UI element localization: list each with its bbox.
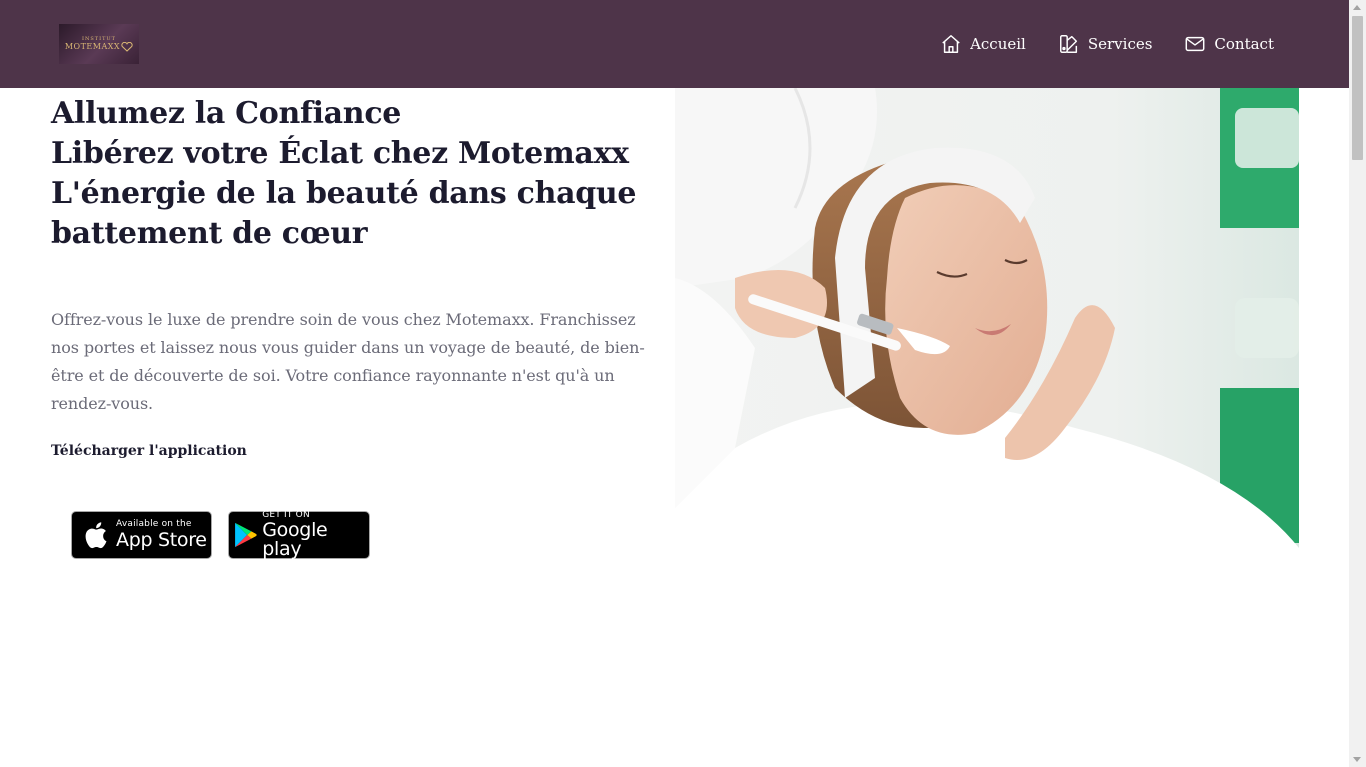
apple-icon (85, 522, 107, 549)
google-play-button[interactable]: GET IT ON Google play (228, 511, 370, 559)
heart-icon (121, 42, 133, 52)
home-icon (942, 35, 960, 53)
logo[interactable]: INSTITUT MOTEMAXX (59, 24, 139, 64)
app-store-small-text: Available on the (116, 519, 192, 529)
swatch-icon (1059, 35, 1077, 53)
nav-item-contact[interactable]: Contact (1184, 33, 1274, 55)
hero-title-line: Libérez votre Éclat chez Motemaxx (51, 136, 629, 171)
main-nav: Accueil Services Contact (940, 30, 1274, 58)
nav-label: Contact (1214, 35, 1274, 53)
hero-description: Offrez-vous le luxe de prendre soin de v… (51, 310, 645, 413)
facial-treatment-illustration (675, 88, 1299, 605)
app-store-big-text: App Store (116, 529, 207, 551)
nav-item-accueil[interactable]: Accueil (940, 33, 1026, 55)
hero-image-facial-treatment (675, 88, 1299, 605)
nav-item-services[interactable]: Services (1058, 33, 1153, 55)
hero-title-line: Allumez la Confiance (51, 96, 402, 131)
page-scrollbar[interactable] (1349, 0, 1366, 767)
nav-label: Services (1087, 35, 1153, 53)
logo-line-2: MOTEMAXX (64, 42, 121, 51)
hero-title-line: battement de cœur (51, 216, 368, 251)
scroll-down-icon[interactable] (1353, 757, 1361, 762)
download-app-label: Télécharger l'application (51, 443, 247, 459)
hero-title: Allumez la Confiance Libérez votre Éclat… (51, 94, 671, 254)
scroll-thumb[interactable] (1352, 16, 1363, 160)
app-store-button[interactable]: Available on the App Store (71, 511, 212, 559)
envelope-icon (1185, 36, 1205, 52)
scroll-up-icon[interactable] (1353, 5, 1361, 10)
site-header: INSTITUT MOTEMAXX Accueil Services Conta… (0, 0, 1349, 88)
hero-title-line: L'énergie de la beauté dans chaque (51, 176, 637, 211)
google-play-big-text: Google play (262, 519, 328, 560)
google-play-icon (235, 522, 257, 548)
nav-label: Accueil (970, 35, 1026, 53)
